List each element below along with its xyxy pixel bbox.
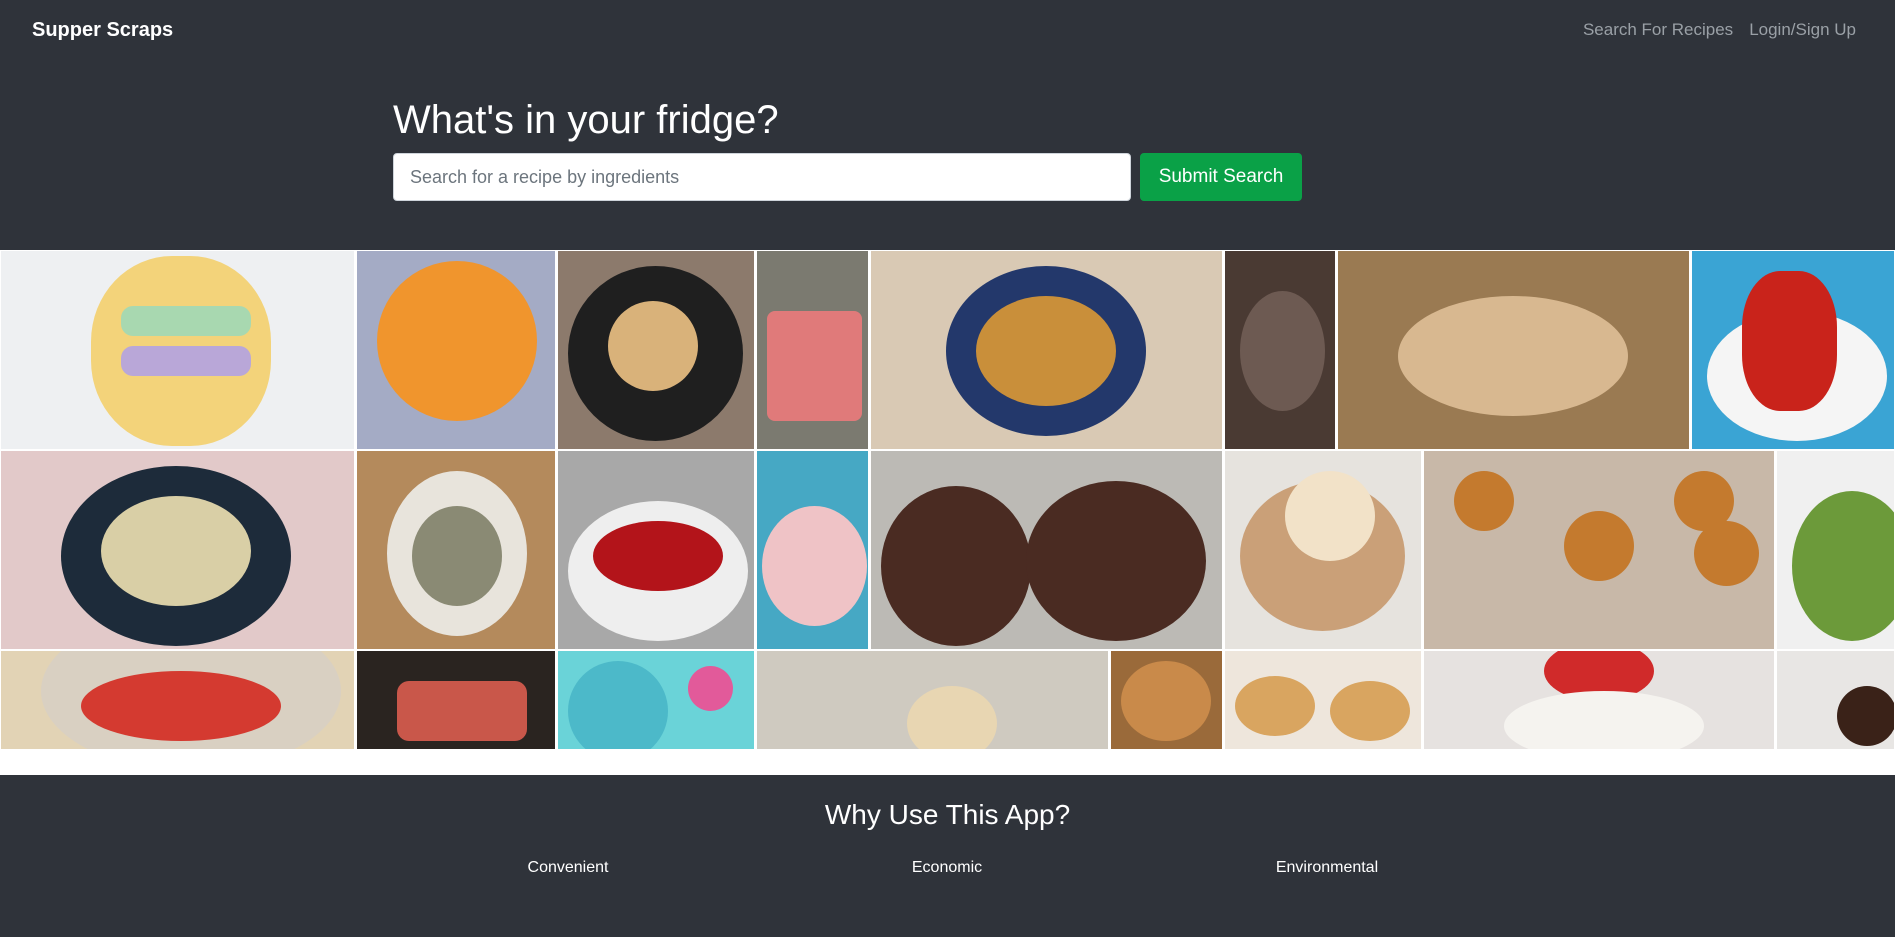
food-photo-red-velvet-cake [557, 450, 755, 650]
food-photo-eggs-benedict [1224, 450, 1422, 650]
food-photo-tacos [0, 450, 355, 650]
food-photo-cupcake [1224, 250, 1336, 450]
nav-link-login-signup[interactable]: Login/Sign Up [1749, 20, 1856, 40]
food-photo-garlic-knots [557, 250, 755, 450]
food-photo-cake-pops [756, 450, 869, 650]
submit-search-button[interactable]: Submit Search [1140, 153, 1302, 201]
food-photo-strawberries-radishes [0, 650, 355, 750]
food-photo-rainbow-tart [0, 250, 355, 450]
nav-link-search-recipes[interactable]: Search For Recipes [1583, 20, 1733, 40]
feature-environmental: Environmental [1275, 859, 1379, 876]
footer-title: Why Use This App? [824, 799, 1071, 830]
food-photo-thumbprint-cookies [557, 650, 755, 750]
food-photo-apple-rose-tart [356, 650, 556, 750]
food-photo-chocolate-dessert [1776, 650, 1895, 750]
food-photo-red-pepper [1691, 250, 1895, 450]
feature-economic: Economic [911, 859, 983, 876]
nav-links: Search For Recipes Login/Sign Up [1583, 20, 1856, 40]
feature-convenient: Convenient [527, 859, 609, 876]
food-photo-salad [1776, 450, 1895, 650]
food-photo-red-velvet-slice [756, 250, 869, 450]
food-photo-roast-platter [356, 450, 556, 650]
food-photo-fries [870, 250, 1223, 450]
food-photo-sliders [1423, 450, 1775, 650]
food-photo-orange-cake [356, 250, 556, 450]
food-photo-chocolate-muffins [870, 450, 1223, 650]
food-photo-strawberry-dessert [1423, 650, 1775, 750]
hero-section: What's in your fridge? Submit Search [0, 60, 1895, 250]
food-photo-cinnamon-rolls [1110, 650, 1223, 750]
food-photo-biscuit [756, 650, 1109, 750]
search-input[interactable] [393, 153, 1131, 201]
navbar: Supper Scraps Search For Recipes Login/S… [0, 0, 1895, 60]
hero-title: What's in your fridge? [393, 98, 779, 142]
food-photo-mini-pizzas [1224, 650, 1422, 750]
food-photo-carrot-cake [1337, 250, 1690, 450]
footer: Why Use This App? Convenient Economic En… [0, 775, 1895, 937]
food-photo-gallery [0, 250, 1895, 750]
brand-link[interactable]: Supper Scraps [32, 19, 173, 42]
